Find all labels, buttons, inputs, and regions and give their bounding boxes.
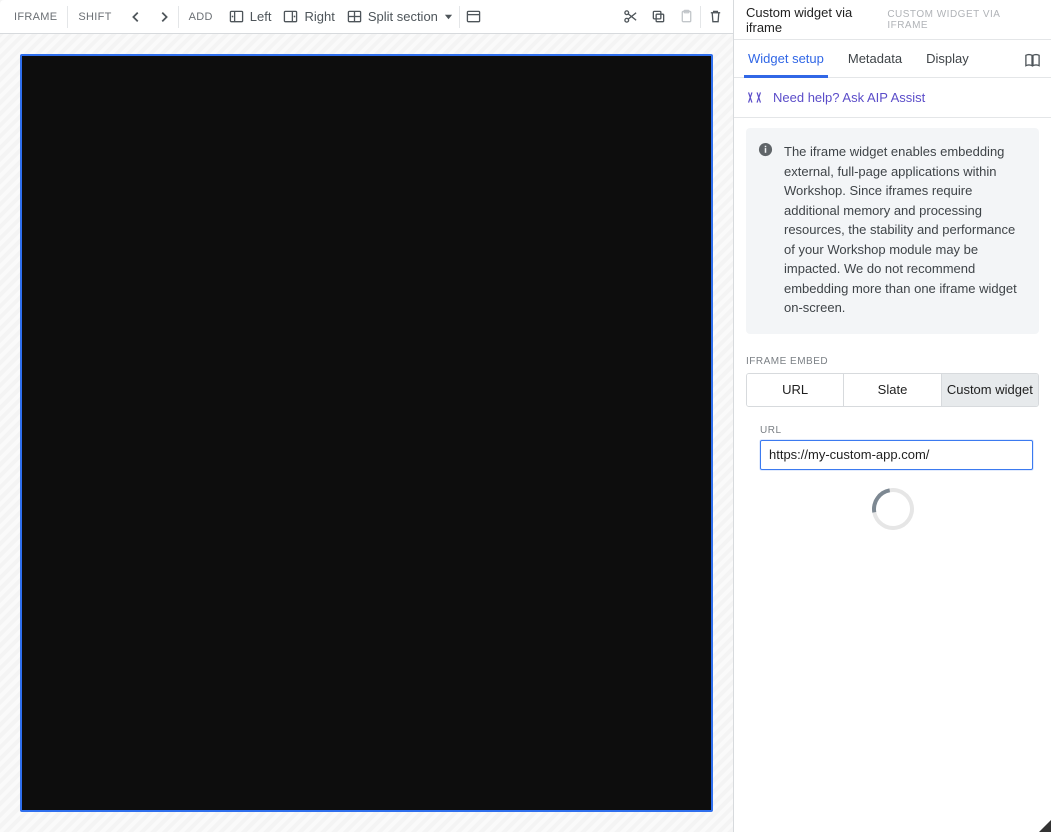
add-right-label: Right bbox=[304, 9, 334, 24]
segment-slate[interactable]: Slate bbox=[844, 374, 941, 406]
copy-button[interactable] bbox=[644, 3, 672, 31]
split-grid-icon bbox=[347, 9, 362, 24]
embed-source-segments: URL Slate Custom widget bbox=[746, 373, 1039, 407]
tab-widget-setup[interactable]: Widget setup bbox=[744, 42, 828, 78]
segment-url[interactable]: URL bbox=[747, 374, 844, 406]
editor-pane: IFRAME SHIFT ADD Left bbox=[0, 0, 734, 832]
iframe-label: IFRAME bbox=[4, 11, 67, 23]
canvas-wrapper bbox=[0, 34, 733, 832]
panel-header-icon bbox=[466, 9, 481, 24]
aip-assist-icon bbox=[746, 89, 763, 106]
iframe-canvas[interactable] bbox=[20, 54, 713, 812]
panel-header: Custom widget via iframe CUSTOM WIDGET V… bbox=[734, 0, 1051, 40]
editor-toolbar: IFRAME SHIFT ADD Left bbox=[0, 0, 733, 34]
panel-tabs: Widget setup Metadata Display bbox=[734, 40, 1051, 78]
delete-button[interactable] bbox=[701, 3, 729, 31]
panel-body: The iframe widget enables embedding exte… bbox=[734, 118, 1051, 832]
spinner-icon bbox=[863, 480, 921, 538]
split-section-label: Split section bbox=[368, 9, 438, 24]
add-right-button[interactable]: Right bbox=[277, 3, 340, 31]
copy-icon bbox=[651, 9, 666, 24]
scissors-icon bbox=[623, 9, 638, 24]
info-icon bbox=[758, 142, 773, 157]
arrow-right-icon bbox=[157, 10, 171, 24]
properties-panel: Custom widget via iframe CUSTOM WIDGET V… bbox=[734, 0, 1051, 832]
docs-icon[interactable] bbox=[1024, 52, 1041, 69]
clipboard-icon bbox=[679, 9, 694, 24]
panel-toggle-button[interactable] bbox=[460, 3, 488, 31]
shift-label: SHIFT bbox=[68, 11, 121, 23]
paste-button[interactable] bbox=[672, 3, 700, 31]
resize-grip[interactable] bbox=[1039, 820, 1051, 832]
shift-next-button[interactable] bbox=[150, 3, 178, 31]
add-left-button[interactable]: Left bbox=[223, 3, 278, 31]
tab-display[interactable]: Display bbox=[922, 42, 973, 78]
shift-prev-button[interactable] bbox=[122, 3, 150, 31]
tab-metadata[interactable]: Metadata bbox=[844, 42, 906, 78]
loading-indicator bbox=[746, 470, 1039, 530]
aip-assist-link[interactable]: Need help? Ask AIP Assist bbox=[734, 78, 1051, 118]
panel-subtitle: CUSTOM WIDGET VIA IFRAME bbox=[887, 9, 1039, 31]
panel-title: Custom widget via iframe bbox=[746, 5, 887, 35]
url-input[interactable] bbox=[760, 440, 1033, 470]
split-section-button[interactable]: Split section bbox=[341, 3, 459, 31]
caret-down-icon bbox=[444, 12, 453, 21]
trash-icon bbox=[708, 9, 723, 24]
add-label: ADD bbox=[179, 11, 223, 23]
url-field-group: URL bbox=[746, 425, 1039, 470]
segment-custom-widget[interactable]: Custom widget bbox=[942, 374, 1038, 406]
panel-left-icon bbox=[229, 9, 244, 24]
iframe-embed-section-label: IFRAME EMBED bbox=[746, 356, 1039, 367]
info-callout: The iframe widget enables embedding exte… bbox=[746, 128, 1039, 334]
add-left-label: Left bbox=[250, 9, 272, 24]
panel-right-icon bbox=[283, 9, 298, 24]
aip-assist-label: Need help? Ask AIP Assist bbox=[773, 90, 925, 105]
arrow-left-icon bbox=[129, 10, 143, 24]
url-field-label: URL bbox=[760, 425, 1033, 436]
cut-button[interactable] bbox=[616, 3, 644, 31]
info-text: The iframe widget enables embedding exte… bbox=[784, 144, 1017, 315]
